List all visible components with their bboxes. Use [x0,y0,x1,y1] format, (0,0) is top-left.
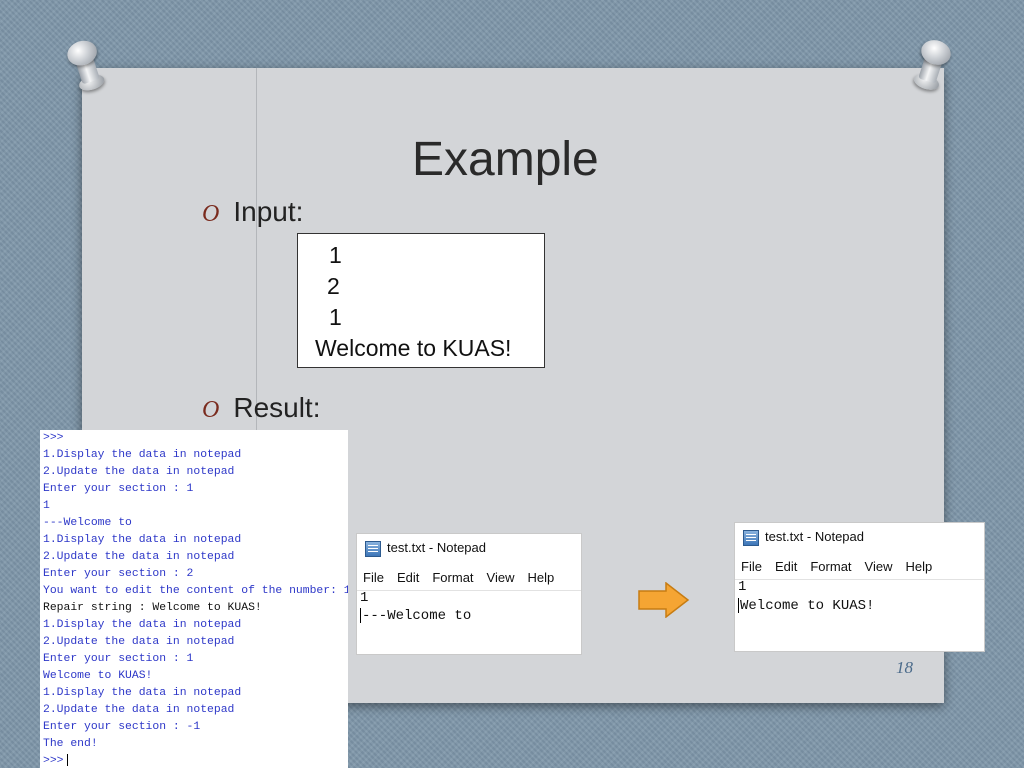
console-prompt-line[interactable]: >>> [43,753,68,768]
input-line: 2 [327,273,340,299]
console-line: 1.Display the data in notepad [43,534,242,546]
console-line: You want to edit the content of the numb… [43,585,348,597]
menu-file[interactable]: File [741,559,762,574]
menu-help[interactable]: Help [527,570,554,585]
notepad-window-after[interactable]: test.txt - Notepad File Edit Format View Hel… [735,523,984,651]
text-cursor [738,598,739,613]
menu-edit[interactable]: Edit [775,559,797,574]
input-box: 1 2 1 Welcome to KUAS! [297,233,545,368]
menu-view[interactable]: View [865,559,893,574]
console-line: 2.Update the data in notepad [43,704,235,716]
console-line: 1.Display the data in notepad [43,619,242,631]
menu-divider [357,590,581,591]
bullet-mark-icon: O [202,397,220,423]
python-shell-output[interactable]: >>> 1.Display the data in notepad 2.Upda… [40,430,348,768]
console-line: ---Welcome to [43,517,132,529]
notepad-menubar: File Edit Format View Help [741,559,945,574]
slide-title: Example [412,133,599,186]
notepad-title: test.txt - Notepad [765,529,864,544]
input-bullet: O Input: [202,196,303,228]
console-prompt: >>> [43,755,64,767]
notepad-titlebar: test.txt - Notepad [365,540,486,557]
input-line: 1 [329,304,342,330]
notepad-text-line[interactable]: 1 [360,590,368,606]
notepad-menubar: File Edit Format View Help [363,570,567,585]
notepad-text-line[interactable]: Welcome to KUAS! [738,598,874,614]
text-cursor [66,753,68,766]
console-line: Enter your section : 1 [43,483,194,495]
result-label: Result: [233,392,321,423]
menu-format[interactable]: Format [810,559,851,574]
console-line: Welcome to KUAS! [43,670,153,682]
console-line: 1 [43,500,50,512]
notepad-window-before[interactable]: test.txt - Notepad File Edit Format View Hel… [357,534,581,654]
console-line: >>> [43,432,64,444]
notepad-icon [365,540,381,557]
notepad-text-line[interactable]: 1 [738,579,746,595]
input-line: 1 [329,242,342,268]
console-line: Enter your section : 2 [43,568,194,580]
console-line: The end! [43,738,98,750]
notepad-icon [743,529,759,546]
console-line: Enter your section : -1 [43,721,201,733]
notepad-titlebar: test.txt - Notepad [743,529,864,546]
notepad-text-content: ---Welcome to [362,608,472,625]
menu-file[interactable]: File [363,570,384,585]
console-line: 2.Update the data in notepad [43,551,235,563]
arrow-right-icon [638,582,690,618]
console-line: 2.Update the data in notepad [43,466,235,478]
menu-edit[interactable]: Edit [397,570,419,585]
notepad-text-content: Welcome to KUAS! [740,598,875,615]
menu-divider [735,579,984,580]
text-cursor [360,608,361,623]
console-line: Enter your section : 1 [43,653,194,665]
console-line: 1.Display the data in notepad [43,687,242,699]
result-bullet: O Result: [202,392,321,424]
input-label: Input: [233,196,304,227]
menu-format[interactable]: Format [432,570,473,585]
console-line: 1.Display the data in notepad [43,449,242,461]
console-line: Repair string : Welcome to KUAS! [43,602,262,614]
menu-view[interactable]: View [487,570,515,585]
menu-help[interactable]: Help [905,559,932,574]
notepad-text-line[interactable]: ---Welcome to [360,608,471,624]
notepad-title: test.txt - Notepad [387,540,486,555]
page-number: 18 [896,658,913,677]
input-line: Welcome to KUAS! [315,335,512,361]
bullet-mark-icon: O [202,201,220,227]
console-line: 2.Update the data in notepad [43,636,235,648]
